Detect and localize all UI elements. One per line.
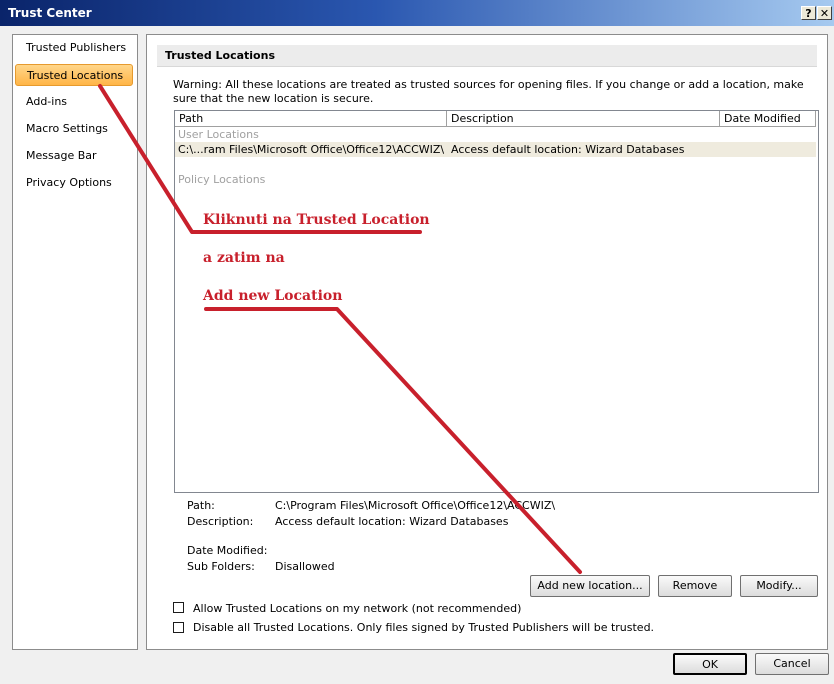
disable-all-checkbox[interactable] [173, 622, 184, 633]
detail-path-label: Path: [187, 499, 215, 512]
row-description: Access default location: Wizard Database… [451, 143, 685, 156]
title-bar: Trust Center ? ✕ [0, 0, 834, 26]
modify-button[interactable]: Modify... [740, 575, 818, 597]
sidebar-item-trusted-locations[interactable]: Trusted Locations [15, 64, 133, 86]
column-header-path[interactable]: Path [175, 111, 447, 127]
row-path: C:\...ram Files\Microsoft Office\Office1… [178, 143, 445, 156]
window-title: Trust Center [8, 6, 92, 20]
table-row[interactable]: C:\...ram Files\Microsoft Office\Office1… [175, 142, 816, 157]
detail-description-label: Description: [187, 515, 254, 528]
detail-sub-folders-label: Sub Folders: [187, 560, 255, 573]
sidebar-item-privacy-options[interactable]: Privacy Options [15, 172, 133, 194]
annotation-text-1: Kliknuti na Trusted Location [203, 212, 430, 228]
cancel-button[interactable]: Cancel [755, 653, 829, 675]
remove-button[interactable]: Remove [658, 575, 732, 597]
ok-button[interactable]: OK [673, 653, 747, 675]
close-button[interactable]: ✕ [817, 6, 832, 20]
allow-network-label[interactable]: Allow Trusted Locations on my network (n… [193, 602, 521, 615]
allow-network-checkbox[interactable] [173, 602, 184, 613]
disable-all-label[interactable]: Disable all Trusted Locations. Only file… [193, 621, 654, 634]
group-user-locations: User Locations [178, 128, 259, 141]
sidebar: Trusted Publishers Trusted Locations Add… [12, 34, 138, 650]
detail-date-modified-label: Date Modified: [187, 544, 268, 557]
annotation-text-2: a zatim na [203, 250, 285, 266]
column-header-description[interactable]: Description [447, 111, 720, 127]
main-panel: Trusted Locations Warning: All these loc… [146, 34, 828, 650]
sidebar-item-macro-settings[interactable]: Macro Settings [15, 118, 133, 140]
detail-description-value: Access default location: Wizard Database… [275, 515, 509, 528]
detail-sub-folders-value: Disallowed [275, 560, 335, 573]
detail-path-value: C:\Program Files\Microsoft Office\Office… [275, 499, 556, 512]
sidebar-item-add-ins[interactable]: Add-ins [15, 91, 133, 113]
annotation-text-3: Add new Location [203, 288, 343, 304]
warning-text: Warning: All these locations are treated… [173, 78, 804, 105]
add-new-location-button[interactable]: Add new location... [530, 575, 650, 597]
group-policy-locations: Policy Locations [178, 173, 266, 186]
section-title: Trusted Locations [157, 45, 817, 67]
sidebar-item-message-bar[interactable]: Message Bar [15, 145, 133, 167]
sidebar-item-trusted-publishers[interactable]: Trusted Publishers [15, 37, 133, 59]
column-header-date-modified[interactable]: Date Modified [720, 111, 816, 127]
help-button[interactable]: ? [801, 6, 816, 20]
